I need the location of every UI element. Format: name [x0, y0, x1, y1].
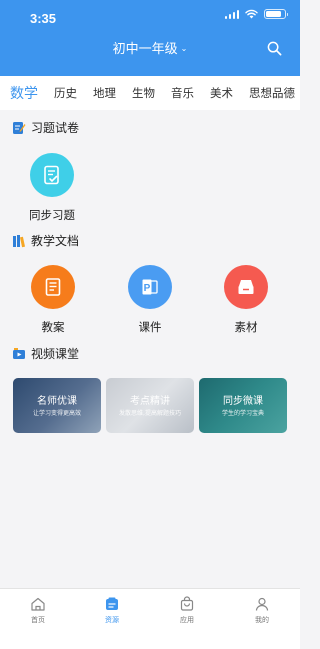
- nav-home[interactable]: 首页: [8, 596, 68, 625]
- courseware-label: 课件: [138, 320, 162, 334]
- tab-morality[interactable]: 思想品德: [249, 85, 295, 101]
- tab-biology[interactable]: 生物: [132, 85, 155, 101]
- cellular-signal-icon: [224, 9, 239, 19]
- video-card-micro-lessons[interactable]: 同步微课 学生的学习宝典: [199, 378, 287, 433]
- card-title: 名师优课: [37, 396, 77, 407]
- bottom-navbar: 首页 资源 应用 我的: [0, 588, 300, 649]
- lesson-plan-icon: [45, 278, 61, 296]
- subject-tabs: 数学 历史 地理 生物 音乐 美术 思想品德: [0, 76, 300, 110]
- status-time: 3:35: [30, 11, 57, 26]
- tab-art[interactable]: 美术: [210, 85, 233, 101]
- card-subtitle: 学生的学习宝典: [221, 410, 264, 417]
- tab-history[interactable]: 历史: [54, 85, 77, 101]
- section-video-header: 视频课堂: [12, 345, 79, 362]
- exercise-section-icon: [13, 121, 26, 134]
- video-card-famous-teachers[interactable]: 名师优课 让学习变得更高效: [13, 378, 101, 433]
- chevron-down-icon: ⌄: [180, 44, 188, 53]
- nav-label: 应用: [180, 616, 194, 624]
- courseware-button[interactable]: P: [128, 265, 172, 309]
- section-title: 教学文档: [31, 234, 80, 248]
- lesson-plans-button[interactable]: [31, 265, 75, 309]
- shopping-bag-icon: [180, 596, 194, 611]
- tab-geography[interactable]: 地理: [93, 85, 116, 101]
- home-icon: [31, 597, 45, 611]
- archive-box-icon: [238, 280, 254, 294]
- lesson-plans-label: 教案: [41, 320, 65, 334]
- powerpoint-icon: P: [142, 279, 158, 295]
- tab-math[interactable]: 数学: [10, 83, 38, 103]
- profile-icon: [255, 597, 269, 611]
- section-title: 习题试卷: [31, 121, 80, 135]
- card-title: 同步微课: [223, 396, 263, 407]
- card-subtitle: 发散思维,提高解题技巧: [119, 410, 181, 417]
- battery-level: [266, 11, 282, 17]
- card-subtitle: 让学习变得更高效: [32, 410, 81, 417]
- nav-resources[interactable]: 资源: [82, 596, 142, 625]
- video-icon: [13, 347, 25, 359]
- battery-icon: [264, 9, 288, 19]
- section-title: 视频课堂: [31, 347, 80, 361]
- nav-label: 资源: [105, 616, 119, 624]
- tab-music[interactable]: 音乐: [171, 85, 194, 101]
- grade-selector[interactable]: 初中一年级 ⌄: [0, 38, 300, 58]
- section-documents-header: 教学文档: [12, 232, 79, 249]
- resources-icon: [106, 597, 118, 610]
- sync-exercises-label: 同步习题: [29, 208, 75, 222]
- materials-label: 素材: [234, 320, 258, 334]
- sync-exercises-button[interactable]: [30, 153, 74, 197]
- nav-profile[interactable]: 我的: [232, 596, 292, 625]
- nav-label: 首页: [31, 616, 45, 624]
- wifi-icon: [245, 9, 258, 19]
- status-bar: 3:35: [30, 8, 288, 26]
- section-exercises-header: 习题试卷: [12, 119, 79, 136]
- edit-document-icon: [44, 165, 59, 185]
- books-icon: [13, 234, 26, 247]
- card-title: 考点精讲: [130, 396, 170, 407]
- search-icon[interactable]: [267, 41, 282, 56]
- status-icons: [224, 9, 288, 19]
- video-card-key-points[interactable]: 考点精讲 发散思维,提高解题技巧: [106, 378, 194, 433]
- nav-apps[interactable]: 应用: [157, 596, 217, 625]
- materials-button[interactable]: [224, 265, 268, 309]
- app-header: 3:35 初中一年级 ⌄: [0, 0, 300, 76]
- svg-text:P: P: [144, 283, 151, 294]
- page-title: 初中一年级: [112, 42, 178, 57]
- nav-label: 我的: [255, 616, 269, 624]
